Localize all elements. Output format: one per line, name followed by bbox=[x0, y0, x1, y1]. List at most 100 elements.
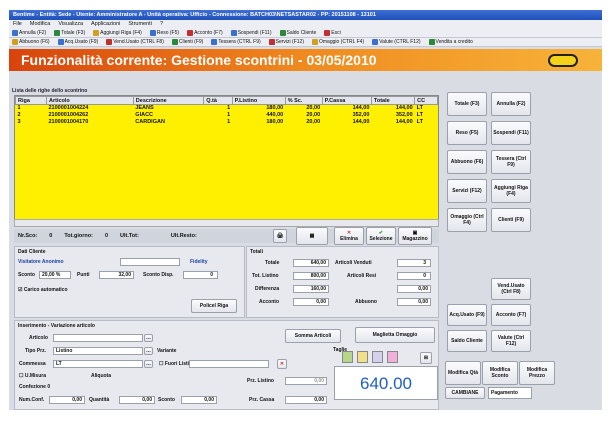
prz-listino-input[interactable]: 0,00 bbox=[285, 377, 327, 385]
table-row[interactable]: 1 2100001004224 JEANS 1 180,00 20,00 144,00 144… bbox=[16, 105, 438, 112]
toolbar1-item-3[interactable]: Reso (F5) bbox=[149, 29, 179, 37]
table-cell: 144,00 bbox=[395, 119, 413, 125]
toolbar2-item-3[interactable]: Clienti (F9) bbox=[171, 38, 203, 46]
toolbar1-item-6[interactable]: Saldo Cliente bbox=[279, 29, 316, 37]
table-cell: 144,00 bbox=[352, 119, 370, 125]
modifica-prezzo-button[interactable]: Modifica Prezzo bbox=[519, 361, 555, 385]
toolbar2-item-6[interactable]: Omaggio (CTRL F4) bbox=[312, 38, 364, 46]
toolbar2-item-4[interactable]: Tessera (CTRL F9) bbox=[211, 38, 261, 46]
color-swatch[interactable] bbox=[357, 351, 368, 363]
bee-logo-icon bbox=[548, 54, 578, 67]
receipt-grid: Riga Articolo Descrizione Q.tà P.Listino% Sc… bbox=[14, 95, 439, 220]
function-button[interactable]: Valute (Ctrl F12) bbox=[491, 330, 531, 352]
color-swatch[interactable] bbox=[387, 351, 398, 363]
policel-riga-button[interactable]: Policel Riga bbox=[191, 299, 237, 313]
function-button[interactable]: Annulla (F2) bbox=[491, 92, 531, 116]
magazzino-button[interactable]: ▣ Magazzino bbox=[398, 227, 432, 245]
menu-modifica[interactable]: Modifica bbox=[30, 20, 50, 29]
modifica-qta-button[interactable]: Modifica Qtà bbox=[445, 361, 481, 385]
quantita-input[interactable]: 0,00 bbox=[119, 396, 155, 404]
num-conf-input[interactable]: 0,00 bbox=[49, 396, 85, 404]
toolbar2-item-8[interactable]: Vendita a credito bbox=[428, 38, 473, 46]
toolbar-icon bbox=[187, 30, 194, 36]
menu-applicazioni[interactable]: Applicazioni bbox=[91, 20, 120, 29]
toolbar2-item-1[interactable]: Acq.Usato (F9) bbox=[57, 38, 98, 46]
function-button[interactable]: Clienti (F9) bbox=[491, 208, 531, 232]
sconto-input[interactable]: 0,00 bbox=[181, 396, 217, 404]
selezione-button[interactable]: ✔ Selezione bbox=[366, 227, 396, 245]
function-button[interactable]: Sospendi (F11) bbox=[491, 121, 531, 145]
function-button[interactable]: Acq.Usato (F9) bbox=[447, 304, 487, 326]
menu-help[interactable]: ? bbox=[160, 20, 163, 29]
print-icon[interactable]: 🖨 bbox=[273, 229, 287, 243]
column-header[interactable]: % Sc. bbox=[284, 96, 323, 105]
grid-hscrollbar[interactable] bbox=[14, 219, 439, 227]
prz-cassa-input[interactable]: 0,00 bbox=[285, 396, 327, 404]
function-button[interactable]: Servizi (F12) bbox=[447, 179, 487, 203]
taglie-picker-icon[interactable]: ⊞ bbox=[420, 352, 432, 364]
punti-label: Punti bbox=[77, 272, 90, 278]
grid-action-icon[interactable]: ▦ bbox=[296, 227, 328, 245]
function-button[interactable]: Reso (F5) bbox=[447, 121, 487, 145]
commessa-input[interactable]: LT bbox=[53, 360, 143, 368]
toolbar1-item-2[interactable]: Aggiungi Riga (F4) bbox=[93, 29, 142, 37]
toolbar1-item-7[interactable]: Esci bbox=[324, 29, 341, 37]
column-header[interactable]: Riga bbox=[15, 96, 47, 105]
table-cell: 20,00 bbox=[306, 119, 321, 125]
modifica-sconto-button[interactable]: Modifica Sconto bbox=[482, 361, 518, 385]
toolbar2-item-2[interactable]: Vend.Usato (CTRL F8) bbox=[106, 38, 164, 46]
toolbar2-item-7[interactable]: Valute (CTRL F12) bbox=[372, 38, 421, 46]
payment-field[interactable]: Pagamento bbox=[488, 387, 532, 399]
function-button[interactable]: Totale (F3) bbox=[447, 92, 487, 116]
articolo-input[interactable] bbox=[53, 334, 143, 342]
function-button[interactable]: Aggiungi Riga (F4) bbox=[491, 179, 531, 203]
somma-articoli-button[interactable]: Somma Articoli bbox=[285, 329, 341, 343]
commessa-lookup-icon[interactable]: … bbox=[144, 360, 153, 368]
tipo-prz-select[interactable]: Listino bbox=[53, 347, 143, 355]
toolbar2-item-5[interactable]: Servizi (F12) bbox=[268, 38, 304, 46]
toolbar1-item-4[interactable]: Acconto (F7) bbox=[187, 29, 223, 37]
toolbar2-item-0[interactable]: Abbuono (F6) bbox=[12, 38, 50, 46]
toolbar-label: Annulla (F2) bbox=[19, 29, 47, 36]
table-cell: 20,00 bbox=[306, 105, 321, 112]
color-swatch[interactable] bbox=[372, 351, 383, 363]
cambiane-button[interactable]: CAMBIANE bbox=[445, 387, 485, 399]
tot-listino-label: Tot. Listino bbox=[252, 273, 279, 279]
differenza-label: Differenza bbox=[255, 286, 280, 292]
color-swatch[interactable] bbox=[342, 351, 353, 363]
menu-visualizza[interactable]: Visualizza bbox=[58, 20, 83, 29]
function-button[interactable]: Saldo Cliente bbox=[447, 330, 487, 352]
function-button[interactable]: Abbuono (F6) bbox=[447, 150, 487, 174]
table-row[interactable]: 2 2100001004262 GIACC 1 440,00 20,00 352,00 352… bbox=[16, 112, 438, 119]
column-header[interactable]: Descrizione bbox=[132, 96, 205, 105]
menu-file[interactable]: File bbox=[13, 20, 22, 29]
function-button[interactable]: Vend.Usato (Ctrl F8) bbox=[491, 278, 531, 300]
column-header[interactable]: CC bbox=[414, 96, 438, 105]
close-icon[interactable]: ✕ bbox=[277, 359, 287, 369]
column-header[interactable]: P.Listino bbox=[231, 96, 286, 105]
menu-strumenti[interactable]: Strumenti bbox=[128, 20, 152, 29]
function-button[interactable]: Tessera (Ctrl F9) bbox=[491, 150, 531, 174]
table-cell: 440,00 bbox=[266, 112, 284, 118]
function-button[interactable]: Omaggio (Ctrl F4) bbox=[447, 208, 487, 232]
column-header[interactable]: P.Cassa bbox=[321, 96, 372, 105]
toolbar1-item-0[interactable]: Annulla (F2) bbox=[12, 29, 46, 37]
tipo-prz-lookup-icon[interactable]: … bbox=[144, 347, 153, 355]
fuori-listino-input[interactable] bbox=[189, 360, 269, 368]
carico-auto-checkbox[interactable]: ☑ Carico automatico bbox=[18, 287, 68, 293]
articolo-lookup-icon[interactable]: … bbox=[144, 334, 153, 342]
toolbar1-item-1[interactable]: Totale (F3) bbox=[54, 29, 85, 37]
sconto-value: 20,00 % bbox=[39, 271, 71, 279]
maglietta-omaggio-button[interactable]: Maglietta Omaggio bbox=[355, 327, 435, 343]
prz-cassa-label: Prz. Cassa bbox=[249, 397, 275, 403]
column-header[interactable]: Articolo bbox=[46, 96, 134, 105]
toolbar1-item-5[interactable]: Sospendi (F11) bbox=[230, 29, 272, 37]
column-header[interactable]: Q.tà bbox=[203, 96, 233, 105]
toolbar-label: Servizi (F12) bbox=[275, 38, 304, 45]
table-row[interactable]: 3 2100001004170 CARDIGAN 1 180,00 20,00 144,00… bbox=[16, 119, 438, 126]
column-header[interactable]: Totale bbox=[370, 96, 416, 105]
elimina-button[interactable]: ✕ Elimina bbox=[334, 227, 364, 245]
cliente-input[interactable] bbox=[120, 258, 180, 266]
abbuono-value: 0,00 bbox=[397, 298, 431, 306]
function-button[interactable]: Acconto (F7) bbox=[491, 304, 531, 326]
